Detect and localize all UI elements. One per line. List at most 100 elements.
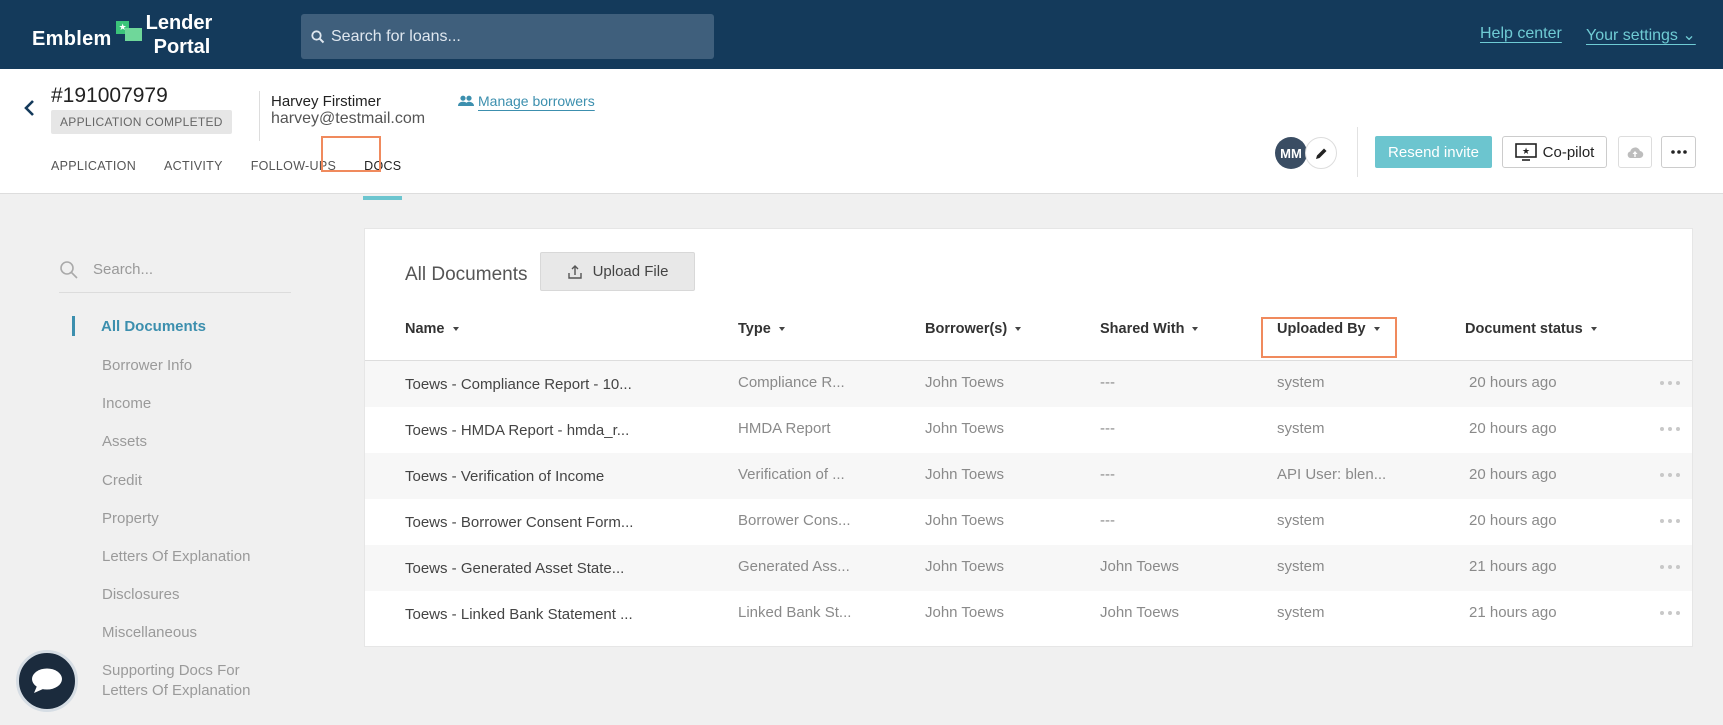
doc-type: Generated Ass... bbox=[738, 558, 850, 575]
chat-launcher-button[interactable] bbox=[16, 650, 78, 712]
doc-type: Linked Bank St... bbox=[738, 604, 852, 621]
row-more-icon[interactable] bbox=[1660, 427, 1680, 433]
monitor-star-icon: ★ bbox=[1514, 143, 1537, 161]
column-header-name[interactable]: Name bbox=[405, 321, 459, 337]
loan-search-input[interactable] bbox=[331, 27, 691, 46]
documents-title: All Documents bbox=[405, 264, 528, 285]
doc-status: 21 hours ago bbox=[1469, 604, 1557, 621]
table-row[interactable]: Toews - HMDA Report - hmda_r... HMDA Rep… bbox=[365, 407, 1692, 453]
doc-shared-with: --- bbox=[1100, 512, 1115, 529]
doc-borrower: John Toews bbox=[925, 374, 1004, 391]
sidebar-item-credit[interactable]: Credit bbox=[102, 471, 142, 491]
sort-caret-icon bbox=[1590, 327, 1597, 331]
upload-icon bbox=[567, 264, 582, 279]
borrower-name: Harvey Firstimer bbox=[271, 93, 382, 110]
doc-uploaded-by: system bbox=[1277, 558, 1325, 575]
copilot-button[interactable]: ★ Co-pilot bbox=[1502, 136, 1607, 168]
doc-type: Compliance R... bbox=[738, 374, 845, 391]
sidebar-item-letters-of-explanation[interactable]: Letters Of Explanation bbox=[102, 547, 250, 567]
sidebar-item-borrower-info[interactable]: Borrower Info bbox=[102, 356, 192, 376]
doc-uploaded-by: API User: blen... bbox=[1277, 466, 1387, 483]
doc-type: Verification of ... bbox=[738, 466, 845, 483]
column-header-label: Type bbox=[738, 321, 771, 337]
doc-name[interactable]: Toews - HMDA Report - hmda_r... bbox=[405, 422, 629, 439]
sidebar-item-miscellaneous[interactable]: Miscellaneous bbox=[102, 623, 197, 643]
table-row[interactable]: Toews - Linked Bank Statement ... Linked… bbox=[365, 591, 1692, 637]
copilot-label: Co-pilot bbox=[1542, 143, 1595, 161]
column-header-label: Borrower(s) bbox=[925, 321, 1008, 337]
logo-line-2: Portal bbox=[153, 36, 211, 58]
doc-shared-with: --- bbox=[1100, 374, 1115, 391]
sort-caret-icon bbox=[778, 327, 785, 331]
tab-activity[interactable]: ACTIVITY bbox=[164, 159, 223, 173]
doc-borrower: John Toews bbox=[925, 512, 1004, 529]
doc-name[interactable]: Toews - Borrower Consent Form... bbox=[405, 514, 633, 531]
row-more-icon[interactable] bbox=[1660, 473, 1680, 479]
search-icon bbox=[311, 29, 325, 43]
pencil-icon bbox=[1315, 148, 1326, 159]
docs-tab-highlight bbox=[321, 136, 381, 172]
doc-borrower: John Toews bbox=[925, 558, 1004, 575]
active-indicator bbox=[72, 316, 75, 336]
row-more-icon[interactable] bbox=[1660, 519, 1680, 525]
header-divider bbox=[259, 91, 260, 141]
sidebar-item-property[interactable]: Property bbox=[102, 509, 159, 529]
doc-name[interactable]: Toews - Compliance Report - 10... bbox=[405, 376, 632, 393]
emblem-logo[interactable]: Emblem ★ Lender Portal bbox=[32, 10, 212, 60]
doc-shared-with: John Toews bbox=[1100, 604, 1179, 621]
table-row[interactable]: Toews - Generated Asset State... Generat… bbox=[365, 545, 1692, 591]
row-more-icon[interactable] bbox=[1660, 565, 1680, 571]
uploaded-by-highlight bbox=[1261, 317, 1397, 358]
table-row[interactable]: Toews - Verification of Income Verificat… bbox=[365, 453, 1692, 499]
row-more-icon[interactable] bbox=[1660, 381, 1680, 387]
svg-text:★: ★ bbox=[1522, 147, 1530, 157]
table-row[interactable]: Toews - Borrower Consent Form... Borrowe… bbox=[365, 499, 1692, 545]
column-header-borrowers[interactable]: Borrower(s) bbox=[925, 321, 1022, 337]
more-options-button[interactable] bbox=[1661, 136, 1696, 168]
back-arrow-icon[interactable] bbox=[20, 96, 40, 120]
logo-mark-icon: ★ bbox=[115, 19, 142, 45]
row-more-icon[interactable] bbox=[1660, 611, 1680, 617]
doc-uploaded-by: system bbox=[1277, 420, 1325, 437]
resend-invite-button[interactable]: Resend invite bbox=[1375, 136, 1492, 168]
manage-borrowers-label: Manage borrowers bbox=[478, 93, 595, 109]
doc-type: HMDA Report bbox=[738, 420, 831, 437]
doc-status: 20 hours ago bbox=[1469, 466, 1557, 483]
documents-card: All Documents Upload File Name Type Borr… bbox=[364, 228, 1693, 647]
doc-status: 20 hours ago bbox=[1469, 420, 1557, 437]
actions-divider bbox=[1357, 127, 1358, 177]
sidebar-item-income[interactable]: Income bbox=[102, 394, 151, 414]
edit-assignee-button[interactable] bbox=[1305, 137, 1337, 169]
column-header-type[interactable]: Type bbox=[738, 321, 785, 337]
upload-file-button[interactable]: Upload File bbox=[540, 252, 695, 291]
sidebar-item-disclosures[interactable]: Disclosures bbox=[102, 585, 180, 605]
sort-caret-icon bbox=[452, 327, 459, 331]
doc-borrower: John Toews bbox=[925, 604, 1004, 621]
loan-search-bar[interactable] bbox=[301, 14, 714, 59]
your-settings-menu[interactable]: Your settings ⌄ bbox=[1586, 25, 1696, 45]
doc-name[interactable]: Toews - Linked Bank Statement ... bbox=[405, 606, 633, 623]
doc-name[interactable]: Toews - Generated Asset State... bbox=[405, 560, 624, 577]
avatar[interactable]: MM bbox=[1275, 137, 1307, 169]
cloud-upload-button[interactable] bbox=[1618, 136, 1652, 168]
sidebar-item-supporting-docs-line-2[interactable]: Letters Of Explanation bbox=[102, 681, 250, 701]
manage-borrowers-link[interactable]: Manage borrowers bbox=[458, 93, 595, 109]
sidebar-item-assets[interactable]: Assets bbox=[102, 432, 147, 452]
column-header-document-status[interactable]: Document status bbox=[1465, 321, 1597, 337]
column-header-shared-with[interactable]: Shared With bbox=[1100, 321, 1199, 337]
sidebar-item-all-documents[interactable]: All Documents bbox=[101, 317, 206, 337]
doc-name[interactable]: Toews - Verification of Income bbox=[405, 468, 604, 485]
doc-status: 21 hours ago bbox=[1469, 558, 1557, 575]
doc-status: 20 hours ago bbox=[1469, 512, 1557, 529]
people-icon bbox=[458, 95, 474, 106]
application-status-badge: APPLICATION COMPLETED bbox=[51, 110, 232, 134]
tab-application[interactable]: APPLICATION bbox=[51, 159, 136, 173]
more-horizontal-icon bbox=[1670, 150, 1687, 154]
sidebar-item-supporting-docs[interactable]: Supporting Docs For bbox=[102, 661, 240, 681]
doc-search-input[interactable] bbox=[93, 261, 273, 278]
table-row[interactable]: Toews - Compliance Report - 10... Compli… bbox=[365, 361, 1692, 407]
chat-bubble-icon bbox=[32, 668, 62, 693]
doc-search-bar[interactable] bbox=[59, 247, 291, 293]
help-center-link[interactable]: Help center bbox=[1480, 25, 1562, 43]
column-header-label: Name bbox=[405, 321, 445, 337]
